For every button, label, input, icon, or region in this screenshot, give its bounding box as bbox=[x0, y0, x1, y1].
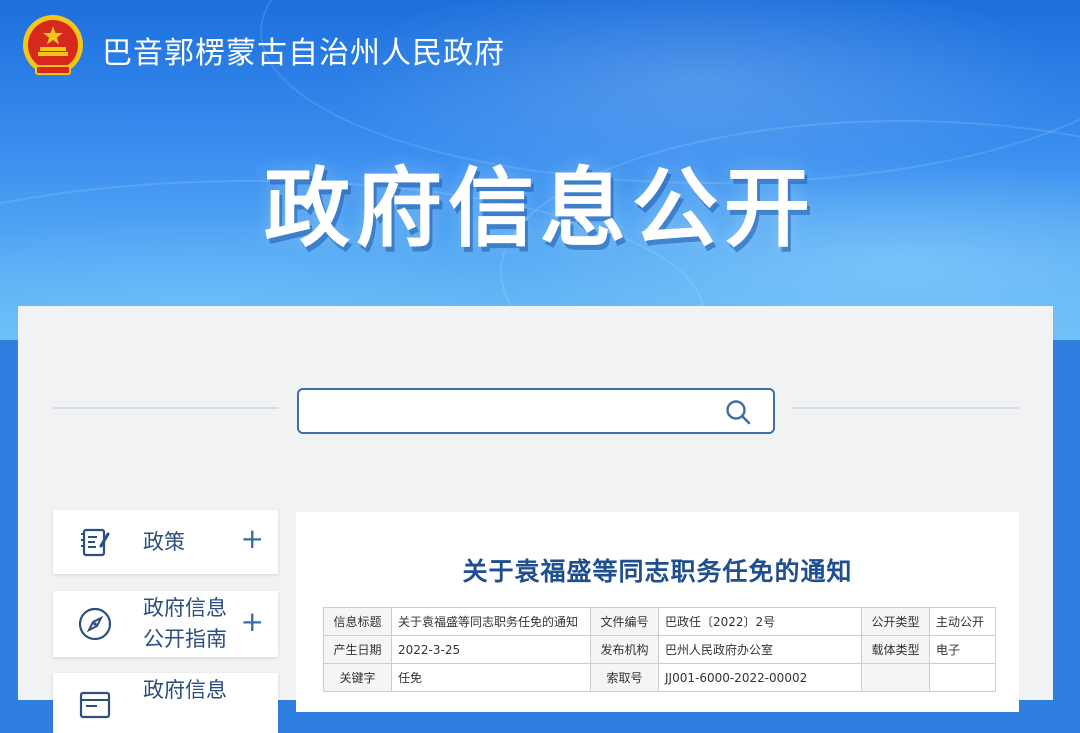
sidebar-item-gov-info[interactable]: 政府信息 bbox=[53, 673, 278, 733]
meta-key: 关键字 bbox=[323, 663, 392, 692]
table-row: 产生日期 2022-3-25 发布机构 巴州人民政府办公室 载体类型 电子 bbox=[323, 635, 996, 664]
search-icon[interactable] bbox=[725, 399, 751, 425]
expand-plus-icon[interactable]: + bbox=[241, 605, 264, 638]
meta-key: 公开类型 bbox=[861, 607, 930, 636]
browser-window-icon bbox=[79, 691, 111, 719]
meta-value: 巴政任〔2022〕2号 bbox=[658, 607, 862, 636]
meta-value: 巴州人民政府办公室 bbox=[658, 635, 862, 664]
site-title[interactable]: 巴音郭楞蒙古自治州人民政府 bbox=[102, 28, 505, 72]
meta-key: 载体类型 bbox=[861, 635, 930, 664]
policy-document-icon bbox=[81, 528, 110, 557]
article-meta-table: 信息标题 关于袁福盛等同志职务任免的通知 文件编号 巴政任〔2022〕2号 公开… bbox=[323, 607, 996, 692]
sidebar-item-label: 政府信息 bbox=[143, 596, 227, 620]
meta-key: 文件编号 bbox=[590, 607, 659, 636]
meta-key: 信息标题 bbox=[323, 607, 392, 636]
meta-value: JJ001-6000-2022-00002 bbox=[658, 663, 862, 692]
article-title: 关于袁福盛等同志职务任免的通知 bbox=[462, 557, 853, 586]
meta-key bbox=[861, 663, 930, 692]
meta-value: 2022-3-25 bbox=[391, 635, 591, 664]
table-row: 关键字 任免 索取号 JJ001-6000-2022-00002 bbox=[323, 663, 996, 692]
search-bar bbox=[297, 388, 775, 434]
meta-value: 电子 bbox=[929, 635, 996, 664]
hero-title: 政府信息公开 bbox=[264, 159, 816, 259]
sidebar-item-label: 政府信息 bbox=[143, 678, 227, 702]
divider-right bbox=[793, 407, 1019, 409]
meta-value bbox=[929, 663, 996, 692]
header-banner: 巴音郭楞蒙古自治州人民政府 政府信息公开 bbox=[0, 0, 1080, 340]
meta-key: 发布机构 bbox=[590, 635, 659, 664]
meta-value: 主动公开 bbox=[929, 607, 996, 636]
main-content: 政策 + 政府信息 公开指南 + 政府信息 关于袁福盛等同志职务任免的通知 信息… bbox=[18, 306, 1053, 733]
sidebar-item-disclosure-guide[interactable]: 政府信息 公开指南 + bbox=[53, 591, 278, 657]
search-input[interactable] bbox=[313, 390, 717, 432]
sidebar-item-label: 公开指南 bbox=[143, 627, 227, 651]
meta-key: 索取号 bbox=[590, 663, 659, 692]
sidebar-item-policy[interactable]: 政策 + bbox=[53, 510, 278, 574]
article-panel: 关于袁福盛等同志职务任免的通知 信息标题 关于袁福盛等同志职务任免的通知 文件编… bbox=[296, 512, 1019, 712]
sidebar-item-label: 政策 bbox=[143, 530, 185, 554]
compass-icon bbox=[78, 607, 112, 641]
meta-value: 关于袁福盛等同志职务任免的通知 bbox=[391, 607, 591, 636]
table-row: 信息标题 关于袁福盛等同志职务任免的通知 文件编号 巴政任〔2022〕2号 公开… bbox=[323, 607, 996, 636]
meta-value: 任免 bbox=[391, 663, 591, 692]
meta-key: 产生日期 bbox=[323, 635, 392, 664]
expand-plus-icon[interactable]: + bbox=[241, 522, 264, 555]
divider-left bbox=[53, 407, 278, 409]
national-emblem-icon[interactable] bbox=[18, 12, 88, 82]
